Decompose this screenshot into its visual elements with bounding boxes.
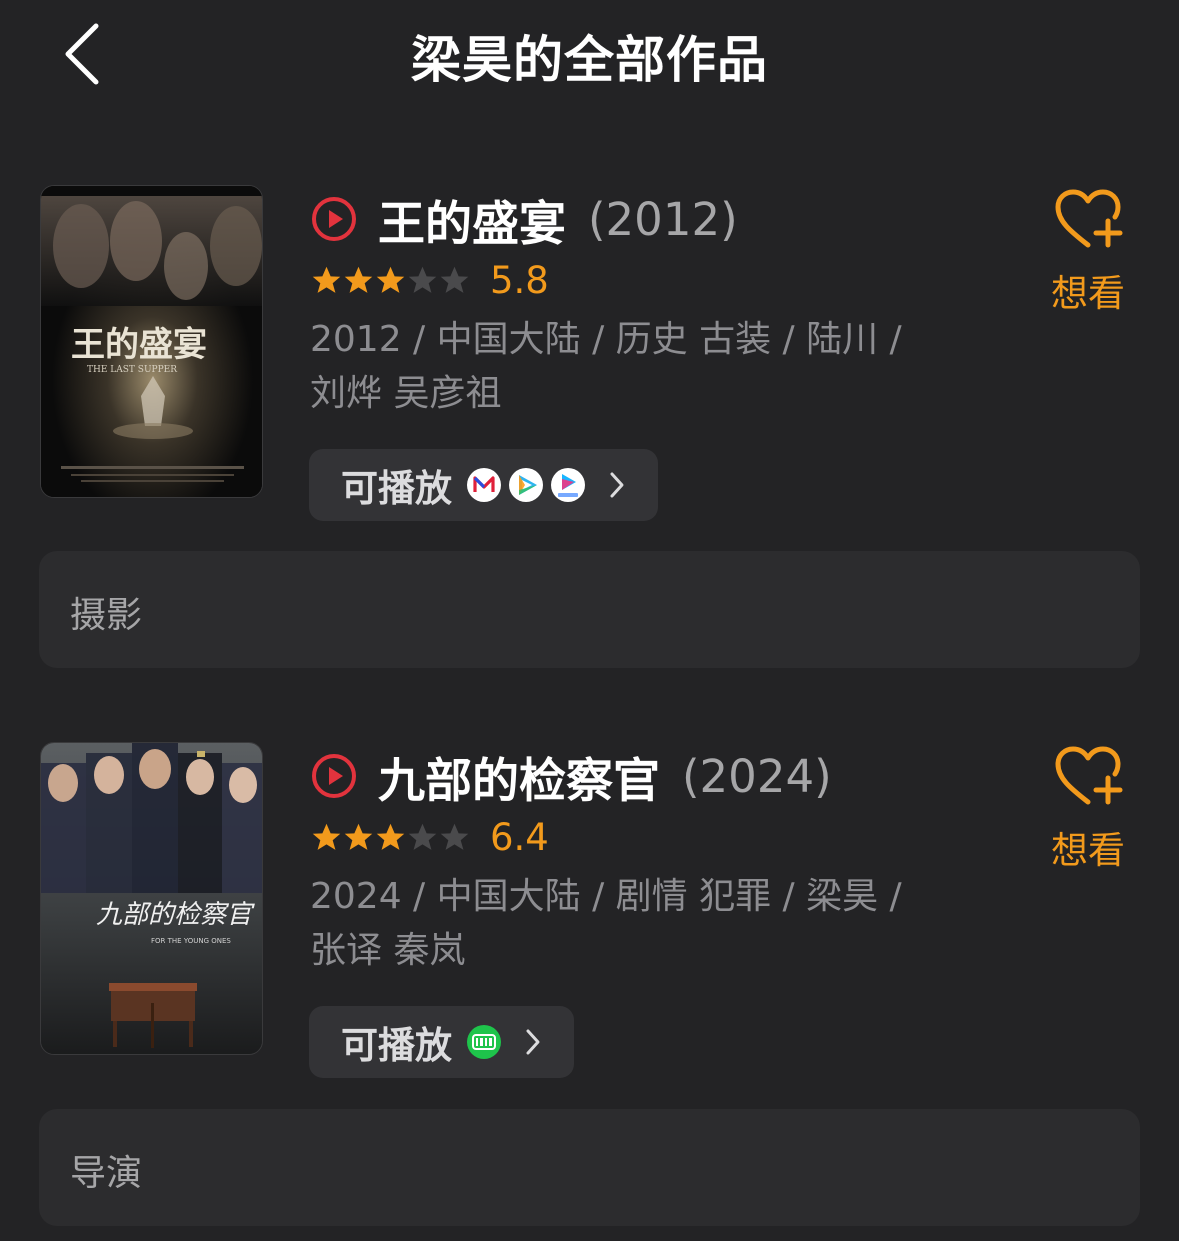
meta-line: 2024 / 中国大陆 / 剧情 犯罪 / 梁昊 / — [310, 876, 902, 917]
role-label: 导演 — [70, 1153, 143, 1194]
rating-row: 6.4 — [310, 815, 549, 859]
star-filled-icon — [312, 823, 341, 850]
page-title: 梁昊的全部作品 — [411, 31, 768, 89]
iqiyi-icon — [467, 1025, 501, 1059]
role-bar: 导演 — [39, 1109, 1140, 1226]
rating-score: 6.4 — [490, 815, 549, 859]
role-label: 摄影 — [70, 595, 143, 636]
filmography-page: 梁昊的全部作品 王的盛宴 THE LAST SUPPER 王的盛宴 (2012)… — [0, 0, 1179, 1241]
poster-subtitle-art: FOR THE YOUNG ONES — [151, 937, 231, 945]
playable-label: 可播放 — [341, 467, 452, 510]
play-circle-icon — [312, 754, 356, 798]
want-to-watch-button[interactable]: 想看 — [1043, 742, 1133, 874]
star-rating — [310, 821, 470, 854]
work-title: 九部的检察官 — [378, 753, 660, 809]
star-filled-icon — [344, 266, 373, 293]
meta-line: 2012 / 中国大陆 / 历史 古装 / 陆川 / — [310, 319, 902, 360]
tencent-video-icon — [509, 468, 543, 502]
want-label: 想看 — [1051, 272, 1125, 315]
meta-line: 张译 秦岚 — [310, 930, 466, 971]
work-year: (2012) — [588, 192, 738, 246]
want-to-watch-button[interactable]: 想看 — [1043, 185, 1133, 317]
poster-subtitle-art: THE LAST SUPPER — [87, 365, 177, 375]
title-row[interactable]: 九部的检察官 (2024) — [310, 746, 832, 809]
playable-button[interactable]: 可播放 — [309, 1006, 574, 1078]
poster-image[interactable]: 王的盛宴 THE LAST SUPPER — [40, 185, 263, 498]
work-meta: 2012 / 中国大陆 / 历史 古装 / 陆川 / 刘烨 吴彦祖 — [310, 313, 970, 421]
poster-image[interactable]: 九部的检察官 FOR THE YOUNG ONES — [40, 742, 263, 1055]
rating-score: 5.8 — [490, 258, 549, 302]
rating-row: 5.8 — [310, 258, 549, 302]
want-label: 想看 — [1051, 829, 1125, 872]
star-rating — [310, 264, 470, 297]
poster-title-art: 王的盛宴 — [71, 325, 207, 365]
chevron-right-icon — [526, 1029, 540, 1055]
youku-icon — [551, 468, 585, 502]
meta-line: 刘烨 吴彦祖 — [310, 373, 502, 414]
star-filled-icon — [376, 266, 405, 293]
star-empty-icon — [440, 823, 469, 850]
role-bar: 摄影 — [39, 551, 1140, 668]
heart-plus-icon — [1055, 189, 1123, 248]
mgtv-icon — [467, 468, 501, 502]
star-empty-icon — [408, 823, 437, 850]
nav-header: 梁昊的全部作品 — [0, 0, 1179, 110]
work-year: (2024) — [682, 749, 832, 803]
playable-button[interactable]: 可播放 — [309, 449, 658, 521]
star-empty-icon — [440, 266, 469, 293]
play-circle-icon — [312, 197, 356, 241]
star-empty-icon — [408, 266, 437, 293]
star-filled-icon — [376, 823, 405, 850]
chevron-right-icon — [610, 472, 624, 498]
heart-plus-icon — [1055, 746, 1123, 805]
star-filled-icon — [312, 266, 341, 293]
playable-label: 可播放 — [341, 1024, 452, 1067]
work-meta: 2024 / 中国大陆 / 剧情 犯罪 / 梁昊 / 张译 秦岚 — [310, 870, 970, 978]
poster-title-art: 九部的检察官 — [96, 900, 255, 930]
title-row[interactable]: 王的盛宴 (2012) — [310, 189, 738, 252]
work-title: 王的盛宴 — [378, 196, 566, 252]
star-filled-icon — [344, 823, 373, 850]
